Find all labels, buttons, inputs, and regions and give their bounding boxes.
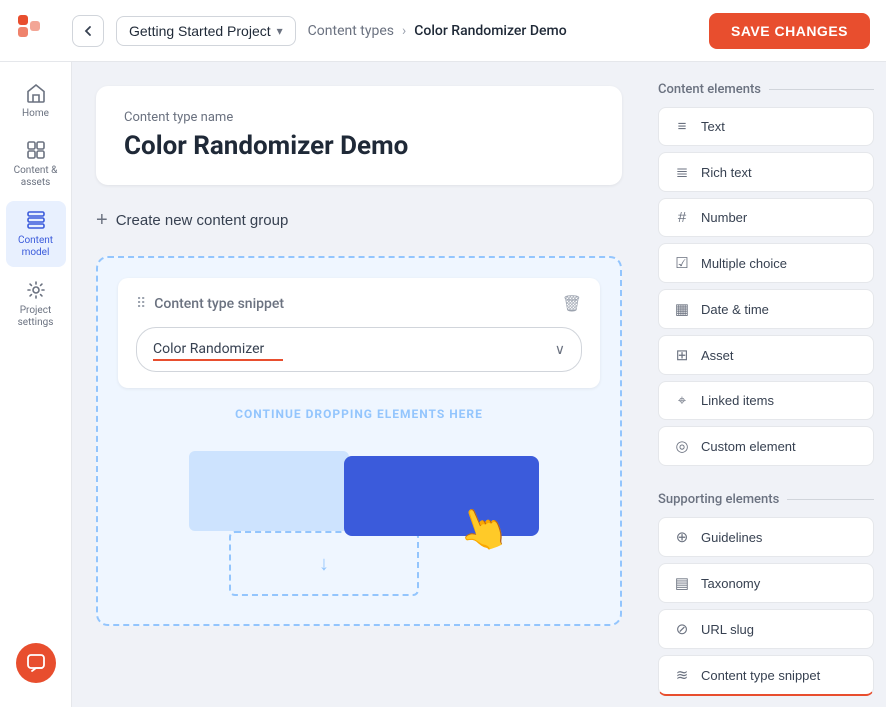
sidebar: Home Content & assets Content model <box>0 62 72 707</box>
drop-visual: ↓ 👆 <box>169 441 549 601</box>
main-layout: Home Content & assets Content model <box>0 62 886 707</box>
element-btn-linked-items[interactable]: ⌖ Linked items <box>658 381 874 420</box>
sidebar-bottom <box>16 643 56 695</box>
chat-button[interactable] <box>16 643 56 683</box>
multiple-choice-element-icon: ☑ <box>673 254 691 272</box>
project-chevron-icon: ▾ <box>277 24 283 38</box>
content-type-name: Color Randomizer Demo <box>124 131 594 161</box>
content-elements-title: Content elements <box>658 82 874 97</box>
select-arrow-icon: ∨ <box>555 342 565 358</box>
snippet-title: Content type snippet <box>154 296 553 312</box>
element-btn-content-type-snippet[interactable]: ≋ Content type snippet <box>658 655 874 696</box>
drop-zone: ⠿ Content type snippet 🗑 Color Randomize… <box>96 256 622 626</box>
taxonomy-element-label: Taxonomy <box>701 576 760 591</box>
element-btn-multiple-choice[interactable]: ☑ Multiple choice <box>658 243 874 283</box>
decorative-rect-dashed: ↓ <box>229 531 419 596</box>
url-slug-element-label: URL slug <box>701 622 754 637</box>
sidebar-item-home[interactable]: Home <box>6 74 66 127</box>
custom-element-label: Custom element <box>701 439 796 454</box>
back-button[interactable] <box>72 15 104 47</box>
sidebar-label-home: Home <box>22 108 49 119</box>
date-time-element-icon: ▦ <box>673 300 691 318</box>
snippet-value: Color Randomizer <box>153 341 264 357</box>
delete-snippet-icon[interactable]: 🗑 <box>562 294 582 313</box>
project-name: Getting Started Project <box>129 23 271 39</box>
content-type-snippet-element-icon: ≋ <box>673 666 691 684</box>
text-element-icon: ≡ <box>673 118 691 135</box>
chat-icon <box>26 653 46 673</box>
drop-label: CONTINUE DROPPING ELEMENTS HERE <box>235 407 483 421</box>
url-slug-element-icon: ⊘ <box>673 620 691 638</box>
back-arrow-icon <box>82 25 94 37</box>
supporting-elements-title: Supporting elements <box>658 492 874 507</box>
content-icon <box>25 139 47 161</box>
text-element-label: Text <box>701 119 725 134</box>
create-group-label: Create new content group <box>116 212 289 229</box>
model-icon <box>25 209 47 231</box>
rich-text-element-label: Rich text <box>701 165 752 180</box>
linked-items-element-icon: ⌖ <box>673 392 691 409</box>
element-btn-number[interactable]: # Number <box>658 198 874 237</box>
create-group-button[interactable]: + Create new content group <box>96 205 622 236</box>
settings-icon <box>25 279 47 301</box>
element-btn-taxonomy[interactable]: ▤ Taxonomy <box>658 563 874 603</box>
linked-items-element-label: Linked items <box>701 393 774 408</box>
element-btn-guidelines[interactable]: ⊕ Guidelines <box>658 517 874 557</box>
asset-element-label: Asset <box>701 348 734 363</box>
snippet-select[interactable]: Color Randomizer ∨ <box>136 327 582 372</box>
guidelines-element-icon: ⊕ <box>673 528 691 546</box>
plus-icon: + <box>96 209 108 232</box>
decorative-rect-light <box>189 451 349 531</box>
multiple-choice-element-label: Multiple choice <box>701 256 787 271</box>
date-time-element-label: Date & time <box>701 302 769 317</box>
element-btn-custom-element[interactable]: ◎ Custom element <box>658 426 874 466</box>
right-panel: Content elements ≡ Text ≣ Rich text # Nu… <box>646 62 886 707</box>
decorative-rect-blue: 👆 <box>344 456 539 536</box>
element-btn-date-time[interactable]: ▦ Date & time <box>658 289 874 329</box>
home-icon <box>25 82 47 104</box>
asset-element-icon: ⊞ <box>673 346 691 364</box>
element-btn-asset[interactable]: ⊞ Asset <box>658 335 874 375</box>
drag-handle-icon[interactable]: ⠿ <box>136 296 146 312</box>
drop-arrow-icon: ↓ <box>319 551 329 576</box>
sidebar-item-content-model[interactable]: Content model <box>6 201 66 267</box>
guidelines-element-label: Guidelines <box>701 530 762 545</box>
breadcrumb: Content types › Color Randomizer Demo <box>308 23 567 39</box>
snippet-underline <box>153 359 283 361</box>
number-element-label: Number <box>701 210 747 225</box>
sidebar-label-content: Content & assets <box>12 165 60 189</box>
custom-element-icon: ◎ <box>673 437 691 455</box>
sidebar-label-settings: Project settings <box>12 305 60 329</box>
logo-icon <box>16 13 52 49</box>
breadcrumb-separator: › <box>402 23 406 39</box>
hand-cursor-icon: 👆 <box>450 498 516 562</box>
taxonomy-element-icon: ▤ <box>673 574 691 592</box>
sidebar-label-model: Content model <box>12 235 60 259</box>
element-btn-url-slug[interactable]: ⊘ URL slug <box>658 609 874 649</box>
sidebar-item-project-settings[interactable]: Project settings <box>6 271 66 337</box>
number-element-icon: # <box>673 209 691 226</box>
breadcrumb-parent[interactable]: Content types <box>308 23 394 39</box>
rich-text-element-icon: ≣ <box>673 163 691 181</box>
content-type-label: Content type name <box>124 110 594 125</box>
snippet-header: ⠿ Content type snippet 🗑 <box>136 294 582 313</box>
element-btn-rich-text[interactable]: ≣ Rich text <box>658 152 874 192</box>
sidebar-item-content[interactable]: Content & assets <box>6 131 66 197</box>
content-elements-section: Content elements ≡ Text ≣ Rich text # Nu… <box>658 82 874 472</box>
content-type-snippet-element-label: Content type snippet <box>701 668 820 683</box>
supporting-elements-section: Supporting elements ⊕ Guidelines ▤ Taxon… <box>658 492 874 702</box>
snippet-select-wrapper: Color Randomizer ∨ <box>136 327 582 372</box>
topbar: Getting Started Project ▾ Content types … <box>0 0 886 62</box>
breadcrumb-current: Color Randomizer Demo <box>414 23 566 39</box>
project-selector[interactable]: Getting Started Project ▾ <box>116 16 296 46</box>
snippet-card: ⠿ Content type snippet 🗑 Color Randomize… <box>118 278 600 388</box>
save-changes-button[interactable]: SAVE CHANGES <box>709 13 870 49</box>
drop-placeholder: CONTINUE DROPPING ELEMENTS HERE ↓ 👆 <box>118 404 600 604</box>
content-type-name-card: Content type name Color Randomizer Demo <box>96 86 622 185</box>
element-btn-text[interactable]: ≡ Text <box>658 107 874 146</box>
content-area: Content type name Color Randomizer Demo … <box>72 62 646 707</box>
